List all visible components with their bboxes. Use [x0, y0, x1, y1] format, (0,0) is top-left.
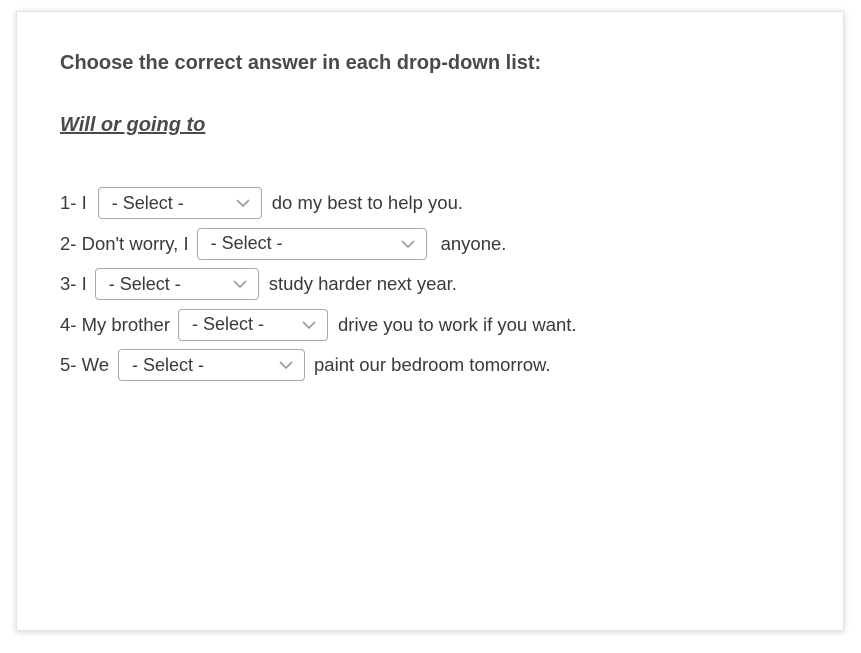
question-2-prefix: 2- Don't worry, I: [60, 232, 189, 254]
question-row-3: 3- I - Select - study harder next year.: [60, 264, 577, 305]
chevron-down-icon: [235, 198, 251, 208]
question-5-prefix: 5- We: [60, 354, 110, 376]
chevron-down-icon: [278, 360, 294, 370]
question-4-suffix: drive you to work if you want.: [338, 313, 577, 335]
question-4-select-value: - Select -: [192, 314, 265, 335]
question-row-5: 5- We - Select - paint our bedroom tomor…: [60, 345, 577, 386]
question-3-prefix: 3- I: [60, 273, 87, 295]
question-1-select-value: - Select -: [111, 192, 184, 213]
question-row-2: 2- Don't worry, I - Select - anyone.: [60, 224, 577, 265]
question-3-select[interactable]: - Select -: [94, 268, 259, 301]
question-5-select-value: - Select -: [132, 354, 205, 375]
question-5-select[interactable]: - Select -: [118, 349, 306, 382]
chevron-down-icon: [400, 239, 416, 249]
question-4-prefix: 4- My brother: [60, 313, 171, 335]
exercise-subtitle: Will or going to: [60, 114, 206, 136]
chevron-down-icon: [232, 279, 248, 289]
question-1-suffix: do my best to help you.: [271, 192, 464, 214]
question-3-select-value: - Select -: [108, 273, 181, 294]
question-row-1: 1- I - Select - do my best to help you.: [60, 183, 577, 224]
question-4-select[interactable]: - Select -: [178, 308, 329, 341]
question-2-suffix: anyone.: [440, 232, 507, 254]
question-2-select-value: - Select -: [210, 233, 283, 254]
question-1-select[interactable]: - Select -: [97, 187, 262, 220]
question-row-4: 4- My brother - Select - drive you to wo…: [60, 305, 577, 346]
question-1-prefix: 1- I: [60, 192, 87, 214]
question-5-suffix: paint our bedroom tomorrow.: [314, 354, 551, 376]
question-2-select[interactable]: - Select -: [196, 227, 427, 260]
exercise-card: Choose the correct answer in each drop-d…: [16, 11, 844, 631]
question-3-suffix: study harder next year.: [268, 273, 457, 295]
instruction-heading: Choose the correct answer in each drop-d…: [60, 52, 542, 74]
chevron-down-icon: [301, 320, 317, 330]
question-list: 1- I - Select - do my best to help you. …: [60, 183, 577, 386]
